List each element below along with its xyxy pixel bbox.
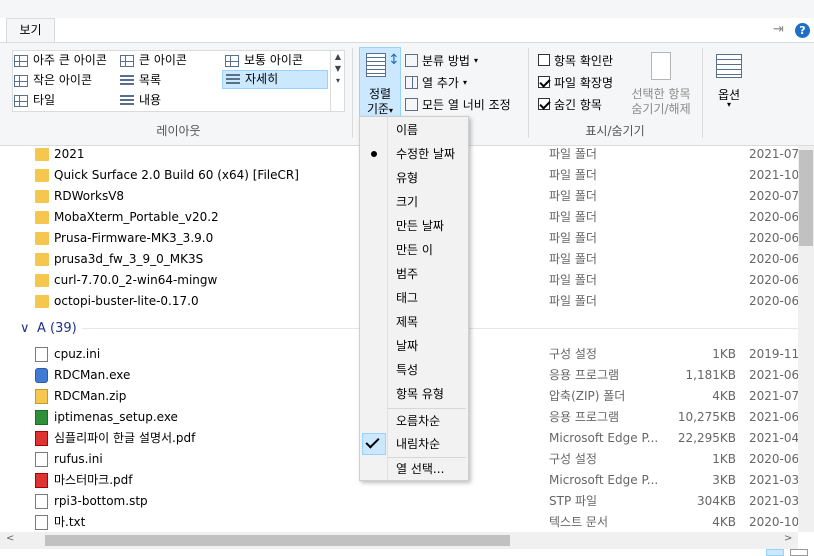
hidden-items-toggle[interactable]: 숨긴 항목 bbox=[538, 94, 602, 114]
sort-menu-author[interactable]: 만든 이 bbox=[360, 238, 468, 262]
sort-by-menu: 이름 수정한 날짜 유형 크기 만든 날짜 만든 이 범주 태그 제목 날짜 특… bbox=[359, 116, 469, 481]
ribbon-separator bbox=[702, 48, 703, 138]
hide-selected-icon bbox=[651, 52, 671, 80]
sort-menu-name[interactable]: 이름 bbox=[360, 118, 468, 142]
fit-columns-button[interactable]: 모든 열 너비 조정 bbox=[405, 94, 511, 114]
options-chevron-icon[interactable]: ▾ bbox=[712, 100, 746, 109]
sort-menu-descending[interactable]: 내림차순 bbox=[360, 432, 468, 456]
layout-scroll[interactable]: ▲ ▼ ▾ bbox=[330, 51, 345, 111]
item-checkbox-toggle[interactable]: 항목 확인란 bbox=[538, 50, 613, 70]
ribbon-separator bbox=[528, 48, 529, 138]
sort-menu-date-modified[interactable]: 수정한 날짜 bbox=[360, 142, 468, 166]
scroll-right-icon[interactable]: > bbox=[784, 533, 792, 544]
layout-tiles[interactable]: 타일 bbox=[14, 91, 55, 110]
details-view-toggle[interactable] bbox=[766, 549, 784, 556]
add-columns-icon bbox=[405, 75, 418, 89]
sort-menu-tags[interactable]: 태그 bbox=[360, 286, 468, 310]
layout-group-label: 레이아웃 bbox=[156, 124, 201, 138]
folder-icon bbox=[35, 190, 49, 203]
layout-small-icons[interactable]: 작은 아이콘 bbox=[14, 71, 92, 90]
large-icons-icon bbox=[120, 54, 134, 67]
add-columns-chevron-icon: ▾ bbox=[462, 77, 467, 87]
list-item[interactable]: 마.txt 텍스트 문서 4KB 2020-10 bbox=[0, 512, 798, 532]
hide-selected-label-2[interactable]: 숨기기/해제 bbox=[626, 100, 696, 117]
ribbon-tab-row bbox=[0, 18, 814, 43]
list-item[interactable]: rpi3-bottom.stp STP 파일 304KB 2021-03 bbox=[0, 491, 798, 512]
layout-medium-icons[interactable]: 보통 아이콘 bbox=[225, 51, 303, 70]
tab-view[interactable]: 보기 bbox=[6, 18, 55, 42]
medium-icons-icon bbox=[225, 54, 239, 67]
sort-arrow-icon: ↕ bbox=[388, 52, 400, 68]
layout-extra-large-icons[interactable]: 아주 큰 아이콘 bbox=[14, 51, 107, 70]
generic-file-icon bbox=[35, 494, 48, 509]
setup-application-icon bbox=[35, 410, 48, 425]
sort-dropdown-chevron-icon: ▾ bbox=[389, 106, 394, 115]
pdf-file-icon bbox=[35, 473, 48, 488]
show-hide-group-label: 표시/숨기기 bbox=[585, 124, 645, 138]
vertical-scroll-thumb[interactable] bbox=[799, 150, 813, 246]
fit-columns-icon bbox=[405, 97, 418, 111]
config-file-icon bbox=[35, 347, 48, 362]
sort-label-2: 기준▾ bbox=[366, 102, 394, 116]
group-by-icon bbox=[405, 53, 418, 67]
large-icons-view-toggle[interactable] bbox=[790, 549, 808, 556]
folder-icon bbox=[35, 169, 49, 182]
status-bar bbox=[0, 549, 814, 556]
sort-menu-ascending[interactable]: 오름차순 bbox=[360, 409, 468, 433]
list-view-icon bbox=[120, 74, 134, 87]
group-header-label: A (39) bbox=[37, 321, 77, 336]
application-icon bbox=[35, 368, 48, 383]
sort-menu-size[interactable]: 크기 bbox=[360, 190, 468, 214]
options-icon bbox=[716, 54, 742, 78]
layout-details[interactable]: 자세히 bbox=[222, 70, 328, 89]
pdf-file-icon bbox=[35, 431, 48, 446]
scroll-left-icon[interactable]: < bbox=[6, 533, 14, 544]
sort-menu-category[interactable]: 범주 bbox=[360, 262, 468, 286]
sort-menu-attributes[interactable]: 특성 bbox=[360, 358, 468, 382]
tiles-icon bbox=[14, 94, 28, 107]
small-icons-icon bbox=[14, 74, 28, 87]
sort-icon bbox=[366, 53, 386, 77]
sort-menu-date[interactable]: 날짜 bbox=[360, 334, 468, 358]
file-extension-toggle[interactable]: 파일 확장명 bbox=[538, 72, 613, 92]
folder-icon bbox=[35, 211, 49, 224]
help-icon[interactable]: ? bbox=[795, 23, 810, 38]
item-checkbox-box[interactable] bbox=[538, 54, 550, 66]
hidden-items-checkbox[interactable] bbox=[538, 98, 550, 110]
ribbon-separator bbox=[352, 48, 353, 138]
folder-icon bbox=[35, 232, 49, 245]
group-by-button[interactable]: 분류 방법 ▾ bbox=[405, 50, 478, 70]
horizontal-scroll-thumb[interactable] bbox=[45, 535, 510, 546]
folder-icon bbox=[35, 148, 49, 161]
add-columns-button[interactable]: 열 추가 ▾ bbox=[405, 72, 467, 92]
folder-icon bbox=[35, 295, 49, 308]
sort-menu-date-created[interactable]: 만든 날짜 bbox=[360, 214, 468, 238]
text-file-icon bbox=[35, 515, 48, 530]
details-view-icon bbox=[226, 73, 240, 86]
layout-large-icons[interactable]: 큰 아이콘 bbox=[120, 51, 187, 70]
zip-folder-icon bbox=[35, 389, 48, 404]
sort-menu-title[interactable]: 제목 bbox=[360, 310, 468, 334]
folder-icon bbox=[35, 274, 49, 287]
sort-menu-type[interactable]: 유형 bbox=[360, 166, 468, 190]
content-view-icon bbox=[120, 94, 134, 107]
config-file-icon bbox=[35, 452, 48, 467]
pin-ribbon-icon[interactable]: ⇥ bbox=[773, 22, 784, 37]
sort-menu-item-type[interactable]: 항목 유형 bbox=[360, 382, 468, 406]
sort-menu-choose-columns[interactable]: 열 선택... bbox=[360, 457, 468, 481]
group-collapse-chevron-icon[interactable]: ∨ bbox=[20, 318, 30, 339]
file-extension-checkbox[interactable] bbox=[538, 76, 550, 88]
layout-list[interactable]: 목록 bbox=[120, 71, 161, 90]
layout-content[interactable]: 내용 bbox=[120, 91, 161, 110]
extra-large-icons-icon bbox=[14, 54, 28, 67]
group-by-chevron-icon: ▾ bbox=[473, 55, 478, 65]
folder-icon bbox=[35, 253, 49, 266]
selected-bullet-icon bbox=[371, 151, 377, 157]
